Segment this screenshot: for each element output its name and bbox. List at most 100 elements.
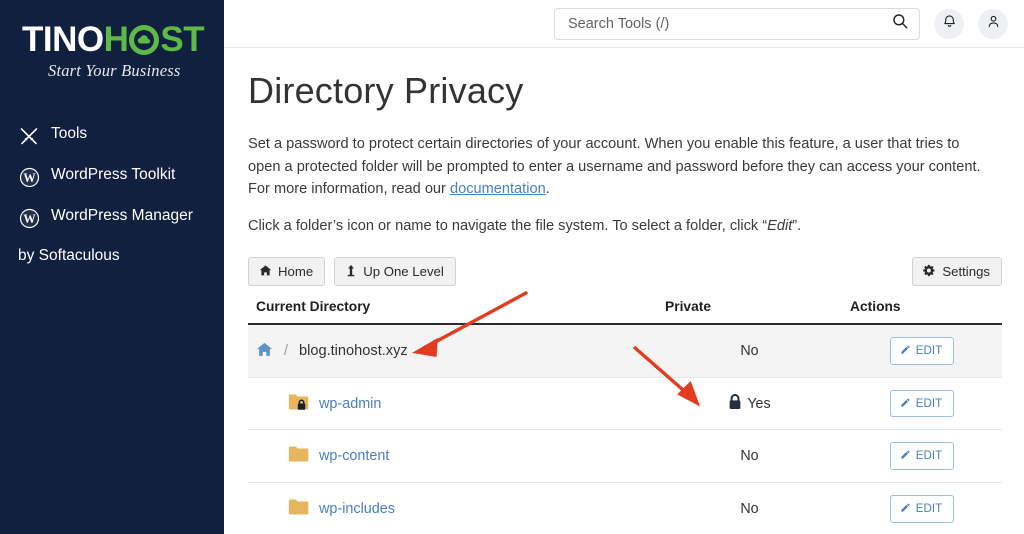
brand-tagline: Start Your Business bbox=[48, 61, 181, 80]
logo-cloud-icon bbox=[129, 24, 160, 55]
logo-t-text: T bbox=[183, 20, 205, 59]
cell-actions: EDIT bbox=[842, 324, 1002, 378]
page-title: Directory Privacy bbox=[248, 70, 524, 111]
sidebar-item-label: Tools bbox=[51, 125, 88, 142]
brand-logo[interactable]: TINO H S T Start Your Business bbox=[0, 18, 224, 81]
bell-icon bbox=[942, 14, 957, 34]
main-area: Directory Privacy Set a password to prot… bbox=[224, 0, 1024, 534]
search-box[interactable] bbox=[554, 7, 920, 40]
folder-name[interactable]: wp-admin bbox=[319, 396, 381, 412]
settings-button-label: Settings bbox=[942, 264, 990, 280]
cell-directory-name: wp-includes bbox=[248, 482, 657, 534]
up-one-level-label: Up One Level bbox=[363, 264, 444, 280]
table-body: / blog.tinohost.xyz No EDIT wp-admin Yes… bbox=[248, 324, 1002, 534]
current-directory-name[interactable]: blog.tinohost.xyz bbox=[299, 343, 408, 359]
user-icon bbox=[986, 14, 1001, 34]
edit-button[interactable]: EDIT bbox=[889, 495, 955, 523]
table-row[interactable]: wp-admin Yes EDIT bbox=[248, 377, 1002, 431]
cell-directory-name: / blog.tinohost.xyz bbox=[248, 324, 657, 378]
edit-button-label: EDIT bbox=[915, 396, 943, 410]
page-description: Set a password to protect certain direct… bbox=[248, 133, 990, 200]
cell-private-status: No bbox=[657, 324, 842, 378]
app-root: TINO H S T Start Your Business Tools W W… bbox=[0, 0, 1024, 534]
folder-entry[interactable]: wp-includes bbox=[256, 498, 649, 520]
account-button[interactable] bbox=[978, 8, 1008, 39]
folder-entry[interactable]: wp-admin bbox=[256, 393, 649, 415]
lock-icon bbox=[728, 393, 742, 414]
svg-text:W: W bbox=[23, 211, 36, 225]
cell-actions: EDIT bbox=[842, 377, 1002, 431]
table-row[interactable]: wp-content No EDIT bbox=[248, 429, 1002, 484]
cell-directory-name: wp-content bbox=[248, 429, 657, 484]
table-row-current-directory[interactable]: / blog.tinohost.xyz No EDIT bbox=[248, 324, 1002, 378]
home-breadcrumb-icon[interactable] bbox=[256, 341, 273, 362]
wordpress-icon: W bbox=[18, 166, 40, 188]
page-content: Directory Privacy Set a password to prot… bbox=[224, 48, 1024, 534]
logo-text: TINO H S T bbox=[22, 22, 224, 57]
instruction-text-part1: Click a folder’s icon or name to navigat… bbox=[248, 217, 768, 234]
sidebar-item-label: WordPress Manager bbox=[51, 207, 193, 224]
folder-icon[interactable] bbox=[288, 445, 310, 467]
sidebar-item-sublabel: by Softaculous bbox=[18, 247, 120, 264]
home-icon bbox=[259, 264, 272, 279]
home-button-label: Home bbox=[278, 264, 314, 280]
logo-s-text: S bbox=[160, 20, 184, 59]
up-one-level-button[interactable]: Up One Level bbox=[334, 257, 456, 287]
cloud-glyph bbox=[138, 34, 151, 43]
logo-h-text: H bbox=[103, 20, 129, 59]
search-icon[interactable] bbox=[891, 12, 909, 35]
cell-actions: EDIT bbox=[842, 482, 1002, 534]
pencil-icon bbox=[900, 502, 911, 516]
notifications-button[interactable] bbox=[934, 8, 964, 39]
sidebar-item-wordpress-manager[interactable]: W WordPress Manager by Softaculous bbox=[0, 197, 224, 276]
private-status-label: Yes bbox=[747, 395, 771, 412]
private-status: No bbox=[740, 343, 759, 360]
edit-button[interactable]: EDIT bbox=[889, 337, 955, 365]
level-up-icon bbox=[345, 264, 357, 279]
folder-name[interactable]: wp-content bbox=[319, 448, 389, 464]
sidebar-item-label: WordPress Toolkit bbox=[51, 166, 176, 183]
edit-button[interactable]: EDIT bbox=[889, 442, 955, 471]
private-status: No bbox=[740, 500, 759, 517]
pencil-icon bbox=[900, 449, 911, 463]
top-bar bbox=[224, 0, 1024, 48]
folder-entry[interactable]: wp-content bbox=[256, 445, 649, 467]
cell-private-status: No bbox=[657, 482, 842, 534]
sidebar-nav: Tools W WordPress Toolkit W WordPress Ma… bbox=[0, 115, 224, 276]
folder-icon[interactable] bbox=[288, 498, 310, 520]
home-button[interactable]: Home bbox=[248, 257, 326, 287]
breadcrumb-separator: / bbox=[284, 343, 288, 360]
description-text-part2: . bbox=[545, 180, 550, 197]
gear-icon bbox=[923, 264, 936, 279]
edit-button[interactable]: EDIT bbox=[889, 389, 955, 418]
sidebar: TINO H S T Start Your Business Tools W W… bbox=[0, 0, 224, 534]
tools-icon bbox=[18, 125, 40, 147]
cell-private-status: Yes bbox=[657, 377, 842, 431]
private-status: No bbox=[740, 448, 759, 465]
pencil-icon bbox=[900, 397, 911, 411]
cell-directory-name: wp-admin bbox=[248, 377, 657, 431]
documentation-link[interactable]: documentation bbox=[450, 181, 546, 197]
table-header-row: Current Directory Private Actions bbox=[248, 299, 1002, 326]
cell-actions: EDIT bbox=[842, 429, 1002, 484]
folder-name[interactable]: wp-includes bbox=[319, 501, 395, 517]
settings-button[interactable]: Settings bbox=[912, 257, 1002, 287]
logo-tino-text: TINO bbox=[22, 20, 104, 59]
cell-private-status: No bbox=[657, 429, 842, 484]
search-input[interactable] bbox=[568, 15, 891, 32]
folder-locked-icon[interactable] bbox=[288, 393, 310, 415]
sidebar-item-tools[interactable]: Tools bbox=[0, 115, 224, 156]
wordpress-icon: W bbox=[18, 207, 40, 229]
column-header-actions: Actions bbox=[842, 299, 1002, 326]
directory-toolbar: Home Up One Level Settings bbox=[248, 257, 1002, 287]
private-status: Yes bbox=[728, 393, 771, 414]
instruction-emphasis: Edit bbox=[767, 217, 793, 234]
pencil-icon bbox=[900, 344, 911, 358]
svg-text:W: W bbox=[23, 170, 36, 184]
table-header: Current Directory Private Actions bbox=[248, 299, 1002, 326]
directory-table: Current Directory Private Actions / blog… bbox=[248, 299, 1002, 534]
table-row[interactable]: wp-includes No EDIT bbox=[248, 482, 1002, 534]
edit-button-label: EDIT bbox=[915, 344, 943, 358]
sidebar-item-wordpress-toolkit[interactable]: W WordPress Toolkit bbox=[0, 156, 224, 197]
current-directory-breadcrumb[interactable]: / blog.tinohost.xyz bbox=[256, 341, 649, 362]
